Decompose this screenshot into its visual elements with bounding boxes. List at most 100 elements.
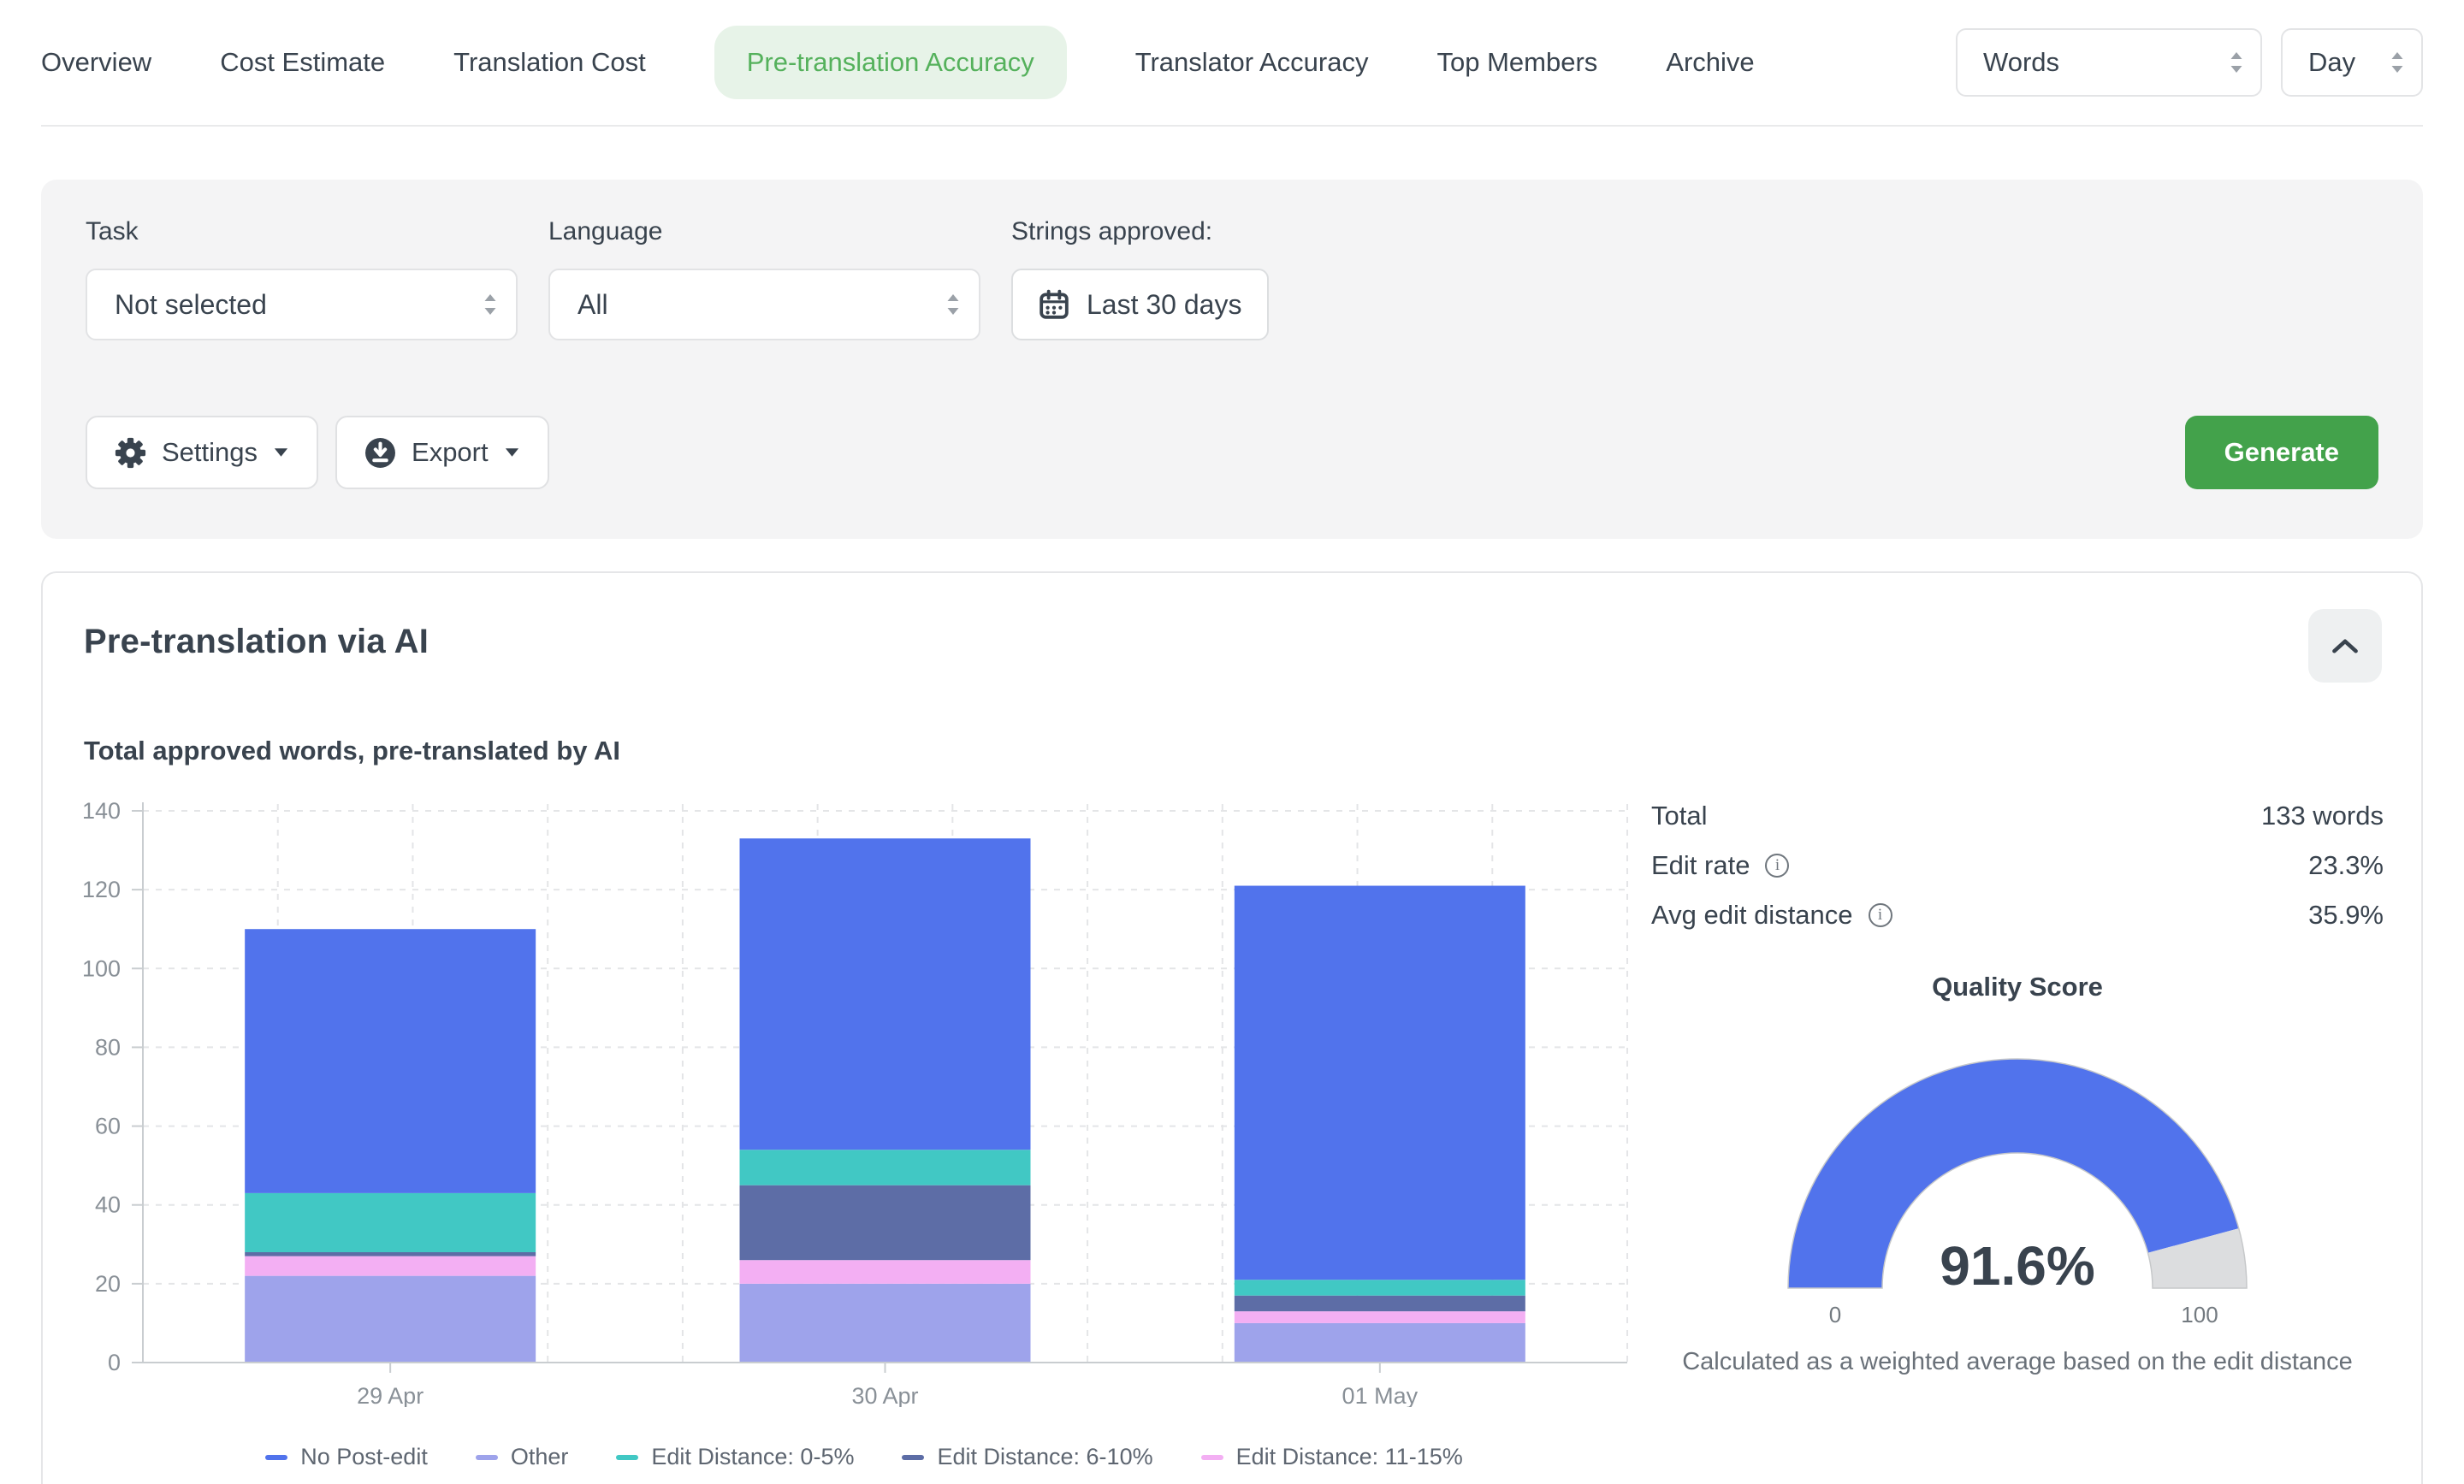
- bar-segment-01-may-edit-distance-11-15: [1235, 1311, 1525, 1323]
- info-icon[interactable]: i: [1765, 854, 1789, 878]
- tab-overview[interactable]: Overview: [41, 47, 151, 78]
- card-header: Pre-translation via AI: [77, 609, 2404, 683]
- task-select[interactable]: Not selected: [86, 269, 518, 340]
- tab-translation-cost[interactable]: Translation Cost: [453, 47, 646, 78]
- bar-segment-01-may-other: [1235, 1323, 1525, 1363]
- chevron-down-icon: [504, 447, 520, 458]
- legend-label: Other: [511, 1444, 569, 1470]
- collapse-card-button[interactable]: [2308, 609, 2382, 683]
- task-select-value: Not selected: [115, 289, 267, 321]
- legend-item-no-post-edit[interactable]: No Post-edit: [265, 1444, 428, 1470]
- card-title: Pre-translation via AI: [84, 623, 429, 661]
- x-tick-label: 01 May: [1342, 1383, 1419, 1407]
- language-select[interactable]: All: [548, 269, 980, 340]
- bar-segment-01-may-no-post-edit: [1235, 886, 1525, 1280]
- stat-label-text: Total: [1651, 801, 1707, 831]
- y-tick-label: 20: [95, 1271, 121, 1297]
- export-button[interactable]: Export: [335, 416, 549, 489]
- sort-arrows-icon: [482, 292, 499, 317]
- bar-segment-30-apr-edit-distance-6-10: [740, 1185, 1031, 1261]
- settings-button[interactable]: Settings: [86, 416, 318, 489]
- tab-cost-estimate[interactable]: Cost Estimate: [220, 47, 385, 78]
- bar-segment-29-apr-edit-distance-11-15: [245, 1256, 536, 1276]
- stat-value: 23.3%: [2308, 850, 2384, 881]
- bar-segment-29-apr-edit-distance-0-5: [245, 1193, 536, 1252]
- y-tick-label: 140: [82, 798, 121, 824]
- y-tick-label: 80: [95, 1034, 121, 1060]
- chart-column: 29 Apr30 Apr01 May020406080100120140 No …: [77, 795, 1651, 1470]
- quality-score-gauge: 91.6%0100: [1718, 1016, 2317, 1334]
- date-range-group: Strings approved: Last 30 days: [1011, 217, 1269, 340]
- y-tick-label: 120: [82, 877, 121, 902]
- legend-label: Edit Distance: 11-15%: [1236, 1444, 1463, 1470]
- filter-actions-row: Settings Export Generate: [86, 416, 2378, 489]
- filter-panel: Task Not selected Language All Strings a…: [41, 180, 2423, 539]
- legend-item-edit-distance-0-5[interactable]: Edit Distance: 0-5%: [616, 1444, 854, 1470]
- unit-select[interactable]: Words: [1956, 28, 2262, 97]
- gauge-title: Quality Score: [1651, 972, 2384, 1002]
- period-select[interactable]: Day: [2281, 28, 2423, 97]
- strings-approved-label: Strings approved:: [1011, 217, 1269, 246]
- sort-arrows-icon: [2389, 50, 2406, 75]
- stacked-bar-chart: 29 Apr30 Apr01 May020406080100120140: [77, 795, 1651, 1407]
- stat-label: Edit rate i: [1651, 850, 1789, 881]
- legend-swatch: [902, 1455, 924, 1460]
- x-tick-label: 30 Apr: [851, 1383, 918, 1407]
- tab-pre-translation-accuracy[interactable]: Pre-translation Accuracy: [714, 26, 1067, 99]
- language-label: Language: [548, 217, 980, 246]
- gauge-caption: Calculated as a weighted average based o…: [1651, 1348, 2384, 1376]
- sort-arrows-icon: [2228, 50, 2245, 75]
- date-range-button[interactable]: Last 30 days: [1011, 269, 1269, 340]
- info-icon[interactable]: i: [1869, 903, 1892, 927]
- task-filter-group: Task Not selected: [86, 217, 518, 340]
- bar-segment-29-apr-no-post-edit: [245, 929, 536, 1193]
- unit-select-value: Words: [1983, 47, 2059, 78]
- bar-segment-30-apr-other: [740, 1284, 1031, 1363]
- stat-label-text: Avg edit distance: [1651, 900, 1853, 931]
- stat-row-total: Total 133 words: [1651, 801, 2384, 831]
- settings-button-label: Settings: [162, 437, 258, 468]
- legend-item-edit-distance-6-10[interactable]: Edit Distance: 6-10%: [902, 1444, 1152, 1470]
- chevron-up-icon: [2331, 638, 2359, 654]
- legend-label: No Post-edit: [300, 1444, 428, 1470]
- language-filter-group: Language All: [548, 217, 980, 340]
- tab-archive[interactable]: Archive: [1666, 47, 1754, 78]
- bar-segment-29-apr-other: [245, 1276, 536, 1363]
- download-circle-icon: [364, 437, 396, 469]
- bar-segment-01-may-edit-distance-6-10: [1235, 1296, 1525, 1311]
- bar-segment-29-apr-edit-distance-6-10: [245, 1252, 536, 1256]
- x-tick-label: 29 Apr: [357, 1383, 424, 1407]
- report-tabs-bar: Overview Cost Estimate Translation Cost Pre…: [41, 0, 2423, 127]
- bar-segment-01-may-edit-distance-0-5: [1235, 1280, 1525, 1295]
- gauge-value: 91.6%: [1940, 1235, 2094, 1297]
- stat-value: 35.9%: [2308, 900, 2384, 931]
- legend-swatch: [616, 1455, 638, 1460]
- legend-item-edit-distance-11-15[interactable]: Edit Distance: 11-15%: [1201, 1444, 1463, 1470]
- chart-heading: Total approved words, pre-translated by …: [84, 736, 2404, 766]
- y-tick-label: 0: [108, 1350, 121, 1375]
- stat-row-avg-edit-distance: Avg edit distance i 35.9%: [1651, 900, 2384, 931]
- legend-item-other[interactable]: Other: [476, 1444, 569, 1470]
- gear-icon: [115, 437, 146, 469]
- stat-value: 133 words: [2261, 801, 2384, 831]
- language-select-value: All: [578, 289, 608, 321]
- legend-swatch: [265, 1455, 287, 1460]
- chevron-down-icon: [273, 447, 289, 458]
- tab-translator-accuracy[interactable]: Translator Accuracy: [1135, 47, 1369, 78]
- stat-label: Total: [1651, 801, 1707, 831]
- task-label: Task: [86, 217, 518, 246]
- legend-label: Edit Distance: 6-10%: [937, 1444, 1152, 1470]
- legend-swatch: [1201, 1455, 1223, 1460]
- export-button-label: Export: [412, 437, 489, 468]
- analytics-page: Overview Cost Estimate Translation Cost Pre…: [0, 0, 2464, 1484]
- generate-button[interactable]: Generate: [2185, 416, 2378, 489]
- tab-top-members[interactable]: Top Members: [1436, 47, 1597, 78]
- nav-selects: Words Day: [1956, 28, 2423, 97]
- calendar-icon: [1039, 289, 1069, 320]
- stat-label: Avg edit distance i: [1651, 900, 1892, 931]
- bar-segment-30-apr-edit-distance-11-15: [740, 1260, 1031, 1284]
- y-tick-label: 60: [95, 1114, 121, 1139]
- stat-label-text: Edit rate: [1651, 850, 1750, 881]
- y-tick-label: 40: [95, 1192, 121, 1218]
- gauge-min-label: 0: [1829, 1302, 1841, 1327]
